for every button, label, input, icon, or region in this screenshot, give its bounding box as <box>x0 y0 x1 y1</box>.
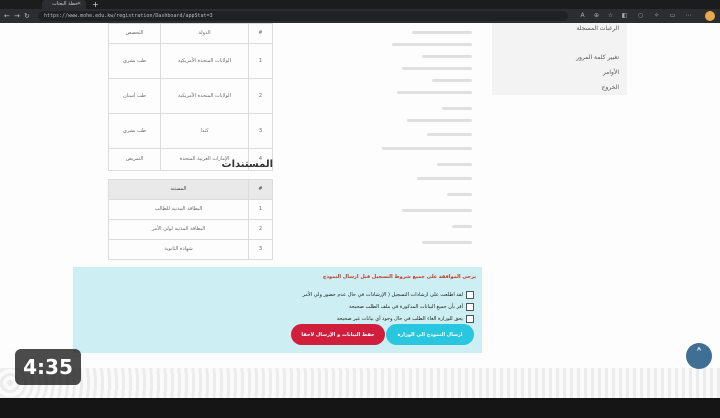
save-and-send-later-button[interactable]: حفظ البيانات و الإرسال لاحقا <box>291 324 385 345</box>
sidebar-item-change-password[interactable]: تغيير كلمة المرور <box>576 54 619 61</box>
sidebar-menu: الرغبات المسجلة تغيير كلمة المرور الأوام… <box>492 23 627 95</box>
table-cell: 1 <box>248 43 273 79</box>
browser-tab-bar: خطة البعثات ✕ + <box>0 0 720 9</box>
table-row: 1 الولايات المتحدة الأمريكية طب بشري <box>108 43 273 79</box>
table-row: 2 الولايات المتحدة الأمريكية طب أسنان <box>108 78 273 114</box>
zoom-icon[interactable]: ⊕ <box>592 11 601 20</box>
decorative-pattern <box>0 368 720 398</box>
wishes-table: # الدولة التخصص 1 الولايات المتحدة الأمر… <box>108 23 273 171</box>
table-cell[interactable]: شهادة الثانوية <box>108 239 249 260</box>
menu-ext-icon[interactable]: ⋯ <box>684 11 693 20</box>
translate-icon[interactable]: A <box>578 11 587 20</box>
table-cell: طب بشري <box>108 113 161 149</box>
documents-table: # المستند 1 البطاقة المدنية للطالب 2 الب… <box>108 179 273 260</box>
puzzle-icon[interactable]: ✧ <box>652 11 661 20</box>
sidebar-item-wishes[interactable]: الرغبات المسجلة <box>576 25 619 32</box>
table-header-cell: التخصص <box>108 23 161 44</box>
profile-avatar[interactable] <box>705 11 715 21</box>
checkbox[interactable] <box>466 314 474 323</box>
forward-icon[interactable]: → <box>14 10 20 22</box>
table-cell: الولايات المتحدة الأمريكية <box>160 78 249 114</box>
send-to-ministry-button[interactable]: ارسال النموذج الى الوزارة <box>386 324 474 345</box>
page-content: الرغبات المسجلة تغيير كلمة المرور الأوام… <box>0 23 720 398</box>
table-cell: 1 <box>248 199 273 220</box>
tab-close-icon[interactable]: ✕ <box>77 0 81 9</box>
blurred-details <box>372 23 492 278</box>
table-header-cell: المستند <box>108 179 249 200</box>
table-header-cell: # <box>248 23 273 44</box>
table-cell[interactable]: البطاقة المدنية لولي الأمر <box>108 219 249 240</box>
back-icon[interactable]: ← <box>4 10 10 22</box>
documents-title: المستندات <box>221 159 273 170</box>
url-field[interactable]: https://www.mohe.edu.kw/registration/Das… <box>38 11 568 21</box>
split-icon[interactable]: ▭ <box>668 11 677 20</box>
scroll-top-icon[interactable]: ˄ <box>686 343 712 369</box>
bookmark-icon[interactable]: ☆ <box>606 11 615 20</box>
table-cell[interactable]: البطاقة المدنية للطالب <box>108 199 249 220</box>
table-cell: 2 <box>248 219 273 240</box>
table-cell: 2 <box>248 78 273 114</box>
table-row: 3 كندا طب بشري <box>108 113 273 149</box>
table-cell: التمريض <box>108 148 161 171</box>
table-row: 2 البطاقة المدنية لولي الأمر <box>108 219 273 240</box>
checkbox-label: يحق للوزارة الغاء الطلب في حال وجود أي ب… <box>336 315 463 322</box>
extension-icon[interactable]: ◧ <box>620 11 629 20</box>
refresh-ext-icon[interactable]: ○ <box>636 11 645 20</box>
taskbar <box>0 398 720 418</box>
confirmation-panel: يرجى الموافقة على جميع شروط التسجيل قبل … <box>73 267 482 353</box>
table-cell: الولايات المتحدة الأمريكية <box>160 43 249 79</box>
video-timestamp: 4:35 <box>15 349 81 385</box>
table-row: 3 شهادة الثانوية <box>108 239 273 260</box>
table-cell: كندا <box>160 113 249 149</box>
sidebar-item-orders[interactable]: الأوامر <box>603 69 619 76</box>
table-header-cell: الدولة <box>160 23 249 44</box>
address-bar: ← → ↻ https://www.mohe.edu.kw/registrati… <box>0 9 720 23</box>
table-cell: طب بشري <box>108 43 161 79</box>
table-cell: 3 <box>248 239 273 260</box>
table-row: # المستند <box>108 179 273 200</box>
table-row: # الدولة التخصص <box>108 23 273 44</box>
table-cell: طب أسنان <box>108 78 161 114</box>
sidebar-item-logout[interactable]: الخروج <box>602 84 619 91</box>
table-row: 1 البطاقة المدنية للطالب <box>108 199 273 220</box>
new-tab-icon[interactable]: + <box>92 0 99 9</box>
panel-title: يرجى الموافقة على جميع شروط التسجيل قبل … <box>322 274 476 280</box>
table-header-cell: # <box>248 179 273 200</box>
table-cell: 3 <box>248 113 273 149</box>
reload-icon[interactable]: ↻ <box>24 10 30 22</box>
